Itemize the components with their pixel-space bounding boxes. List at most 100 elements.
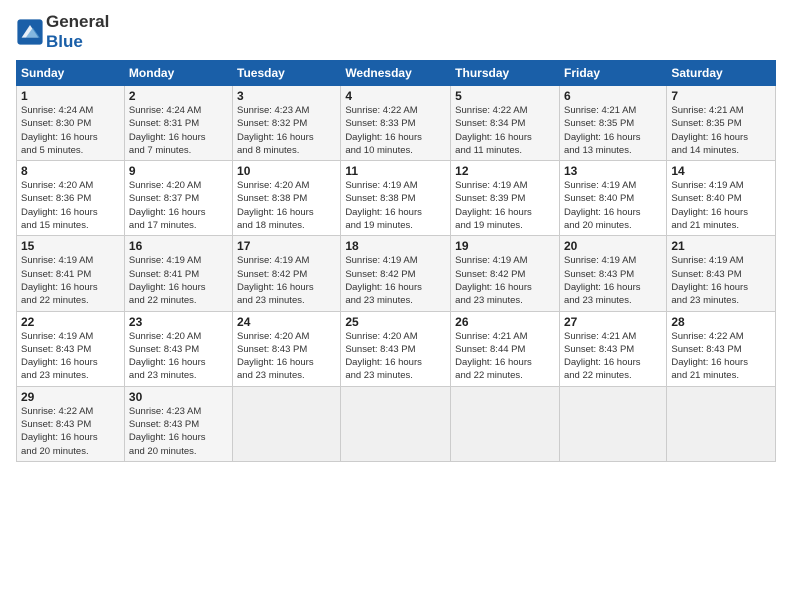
day-info: Sunrise: 4:19 AMSunset: 8:39 PMDaylight:… [455, 179, 555, 232]
day-number: 23 [129, 315, 228, 329]
calendar-cell [667, 386, 776, 461]
day-number: 11 [345, 164, 446, 178]
logo-blue-text: Blue [46, 32, 83, 51]
calendar-table: SundayMondayTuesdayWednesdayThursdayFrid… [16, 60, 776, 462]
day-number: 10 [237, 164, 336, 178]
calendar-cell [451, 386, 560, 461]
day-number: 16 [129, 239, 228, 253]
logo: General Blue [16, 12, 109, 52]
day-number: 8 [21, 164, 120, 178]
calendar-cell: 16Sunrise: 4:19 AMSunset: 8:41 PMDayligh… [124, 236, 232, 311]
calendar-cell: 14Sunrise: 4:19 AMSunset: 8:40 PMDayligh… [667, 161, 776, 236]
calendar-cell: 5Sunrise: 4:22 AMSunset: 8:34 PMDaylight… [451, 86, 560, 161]
day-info: Sunrise: 4:22 AMSunset: 8:34 PMDaylight:… [455, 104, 555, 157]
day-info: Sunrise: 4:22 AMSunset: 8:43 PMDaylight:… [671, 330, 771, 383]
calendar-cell [559, 386, 666, 461]
day-number: 1 [21, 89, 120, 103]
day-info: Sunrise: 4:21 AMSunset: 8:35 PMDaylight:… [564, 104, 662, 157]
calendar-day-header: Thursday [451, 61, 560, 86]
calendar-cell: 2Sunrise: 4:24 AMSunset: 8:31 PMDaylight… [124, 86, 232, 161]
calendar-cell: 12Sunrise: 4:19 AMSunset: 8:39 PMDayligh… [451, 161, 560, 236]
header: General Blue [16, 12, 776, 52]
calendar-day-header: Monday [124, 61, 232, 86]
calendar-cell: 24Sunrise: 4:20 AMSunset: 8:43 PMDayligh… [233, 311, 341, 386]
calendar-cell: 1Sunrise: 4:24 AMSunset: 8:30 PMDaylight… [17, 86, 125, 161]
calendar-cell: 11Sunrise: 4:19 AMSunset: 8:38 PMDayligh… [341, 161, 451, 236]
day-info: Sunrise: 4:22 AMSunset: 8:43 PMDaylight:… [21, 405, 120, 458]
day-info: Sunrise: 4:24 AMSunset: 8:31 PMDaylight:… [129, 104, 228, 157]
calendar-cell: 21Sunrise: 4:19 AMSunset: 8:43 PMDayligh… [667, 236, 776, 311]
day-info: Sunrise: 4:23 AMSunset: 8:43 PMDaylight:… [129, 405, 228, 458]
calendar-cell: 15Sunrise: 4:19 AMSunset: 8:41 PMDayligh… [17, 236, 125, 311]
day-number: 20 [564, 239, 662, 253]
day-number: 24 [237, 315, 336, 329]
calendar-day-header: Tuesday [233, 61, 341, 86]
day-number: 9 [129, 164, 228, 178]
calendar-cell: 26Sunrise: 4:21 AMSunset: 8:44 PMDayligh… [451, 311, 560, 386]
calendar-cell: 27Sunrise: 4:21 AMSunset: 8:43 PMDayligh… [559, 311, 666, 386]
day-number: 27 [564, 315, 662, 329]
day-number: 6 [564, 89, 662, 103]
calendar-header-row: SundayMondayTuesdayWednesdayThursdayFrid… [17, 61, 776, 86]
day-info: Sunrise: 4:19 AMSunset: 8:38 PMDaylight:… [345, 179, 446, 232]
calendar-cell: 8Sunrise: 4:20 AMSunset: 8:36 PMDaylight… [17, 161, 125, 236]
day-number: 17 [237, 239, 336, 253]
calendar-cell: 6Sunrise: 4:21 AMSunset: 8:35 PMDaylight… [559, 86, 666, 161]
day-info: Sunrise: 4:20 AMSunset: 8:43 PMDaylight:… [129, 330, 228, 383]
calendar-cell: 23Sunrise: 4:20 AMSunset: 8:43 PMDayligh… [124, 311, 232, 386]
day-info: Sunrise: 4:19 AMSunset: 8:43 PMDaylight:… [21, 330, 120, 383]
calendar-cell: 25Sunrise: 4:20 AMSunset: 8:43 PMDayligh… [341, 311, 451, 386]
day-number: 29 [21, 390, 120, 404]
day-number: 25 [345, 315, 446, 329]
day-number: 26 [455, 315, 555, 329]
day-info: Sunrise: 4:19 AMSunset: 8:42 PMDaylight:… [237, 254, 336, 307]
day-number: 18 [345, 239, 446, 253]
day-number: 22 [21, 315, 120, 329]
day-info: Sunrise: 4:23 AMSunset: 8:32 PMDaylight:… [237, 104, 336, 157]
day-info: Sunrise: 4:20 AMSunset: 8:43 PMDaylight:… [237, 330, 336, 383]
calendar-day-header: Sunday [17, 61, 125, 86]
day-info: Sunrise: 4:19 AMSunset: 8:43 PMDaylight:… [564, 254, 662, 307]
calendar-cell: 10Sunrise: 4:20 AMSunset: 8:38 PMDayligh… [233, 161, 341, 236]
day-info: Sunrise: 4:19 AMSunset: 8:43 PMDaylight:… [671, 254, 771, 307]
day-number: 30 [129, 390, 228, 404]
day-number: 5 [455, 89, 555, 103]
calendar-cell: 29Sunrise: 4:22 AMSunset: 8:43 PMDayligh… [17, 386, 125, 461]
day-number: 12 [455, 164, 555, 178]
calendar-cell: 4Sunrise: 4:22 AMSunset: 8:33 PMDaylight… [341, 86, 451, 161]
day-info: Sunrise: 4:19 AMSunset: 8:40 PMDaylight:… [564, 179, 662, 232]
day-info: Sunrise: 4:21 AMSunset: 8:44 PMDaylight:… [455, 330, 555, 383]
calendar-day-header: Wednesday [341, 61, 451, 86]
day-number: 15 [21, 239, 120, 253]
logo-general-text: General [46, 12, 109, 32]
calendar-cell: 28Sunrise: 4:22 AMSunset: 8:43 PMDayligh… [667, 311, 776, 386]
day-number: 7 [671, 89, 771, 103]
day-info: Sunrise: 4:20 AMSunset: 8:37 PMDaylight:… [129, 179, 228, 232]
calendar-cell: 19Sunrise: 4:19 AMSunset: 8:42 PMDayligh… [451, 236, 560, 311]
day-number: 4 [345, 89, 446, 103]
calendar-cell: 7Sunrise: 4:21 AMSunset: 8:35 PMDaylight… [667, 86, 776, 161]
day-number: 28 [671, 315, 771, 329]
calendar-day-header: Saturday [667, 61, 776, 86]
calendar-cell [233, 386, 341, 461]
day-number: 21 [671, 239, 771, 253]
day-info: Sunrise: 4:19 AMSunset: 8:40 PMDaylight:… [671, 179, 771, 232]
calendar-day-header: Friday [559, 61, 666, 86]
day-info: Sunrise: 4:22 AMSunset: 8:33 PMDaylight:… [345, 104, 446, 157]
calendar-cell: 18Sunrise: 4:19 AMSunset: 8:42 PMDayligh… [341, 236, 451, 311]
day-info: Sunrise: 4:24 AMSunset: 8:30 PMDaylight:… [21, 104, 120, 157]
day-info: Sunrise: 4:20 AMSunset: 8:43 PMDaylight:… [345, 330, 446, 383]
day-info: Sunrise: 4:19 AMSunset: 8:42 PMDaylight:… [345, 254, 446, 307]
day-info: Sunrise: 4:21 AMSunset: 8:43 PMDaylight:… [564, 330, 662, 383]
calendar-cell: 22Sunrise: 4:19 AMSunset: 8:43 PMDayligh… [17, 311, 125, 386]
day-info: Sunrise: 4:19 AMSunset: 8:41 PMDaylight:… [21, 254, 120, 307]
logo-icon [16, 18, 44, 46]
calendar-cell: 13Sunrise: 4:19 AMSunset: 8:40 PMDayligh… [559, 161, 666, 236]
day-info: Sunrise: 4:19 AMSunset: 8:41 PMDaylight:… [129, 254, 228, 307]
day-info: Sunrise: 4:19 AMSunset: 8:42 PMDaylight:… [455, 254, 555, 307]
day-info: Sunrise: 4:20 AMSunset: 8:36 PMDaylight:… [21, 179, 120, 232]
day-number: 14 [671, 164, 771, 178]
calendar-cell: 3Sunrise: 4:23 AMSunset: 8:32 PMDaylight… [233, 86, 341, 161]
calendar-cell: 20Sunrise: 4:19 AMSunset: 8:43 PMDayligh… [559, 236, 666, 311]
day-number: 2 [129, 89, 228, 103]
